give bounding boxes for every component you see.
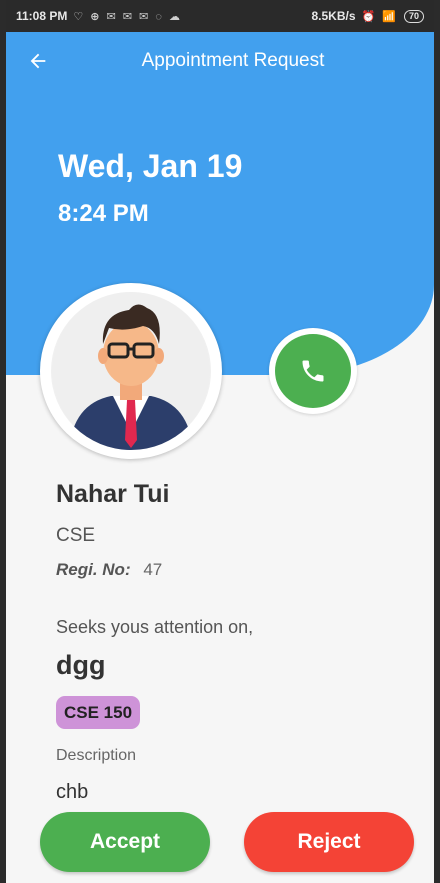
registration-row: Regi. No: 47 xyxy=(56,560,162,580)
status-icons: ⏰ 📶 xyxy=(361,10,398,23)
course-badge: CSE 150 xyxy=(56,696,141,729)
app-bar: Appointment Request xyxy=(6,32,434,90)
notification-icons: ♡ ⊕ ✉ ✉ ✉ ◌ ☁ xyxy=(73,10,182,23)
phone-icon xyxy=(302,360,324,382)
request-topic: dgg xyxy=(56,650,106,680)
student-department: CSE xyxy=(56,525,96,546)
battery-icon: 70 xyxy=(403,9,424,23)
network-speed: 8.5KB/s xyxy=(311,9,356,23)
seeks-attention-text: Seeks yous attention on, xyxy=(56,617,254,637)
registration-value: 47 xyxy=(143,560,163,579)
app-screen: 11:08 PM ♡ ⊕ ✉ ✉ ✉ ◌ ☁ 8.5KB/s ⏰ 📶 70 Ap… xyxy=(6,0,434,883)
appointment-time: 8:24 PM xyxy=(58,200,149,227)
avatar-frame xyxy=(40,283,222,459)
student-name: Nahar Tui xyxy=(56,480,170,508)
user-avatar-illustration xyxy=(52,292,210,450)
status-time: 11:08 PM xyxy=(16,9,68,23)
call-button[interactable] xyxy=(269,328,357,414)
page-title: Appointment Request xyxy=(141,50,325,71)
status-bar-right: 8.5KB/s ⏰ 📶 70 xyxy=(311,9,424,23)
description-value: chb xyxy=(56,781,89,803)
description-label: Description xyxy=(56,747,137,764)
accept-button[interactable]: Accept xyxy=(40,812,210,872)
reject-button[interactable]: Reject xyxy=(244,812,414,872)
call-button-circle xyxy=(275,334,351,408)
status-bar: 11:08 PM ♡ ⊕ ✉ ✉ ✉ ◌ ☁ 8.5KB/s ⏰ 📶 70 xyxy=(6,0,434,32)
appointment-date: Wed, Jan 19 xyxy=(58,148,243,184)
avatar xyxy=(51,292,211,450)
status-bar-left: 11:08 PM ♡ ⊕ ✉ ✉ ✉ ◌ ☁ xyxy=(16,9,182,23)
registration-label: Regi. No: xyxy=(56,560,131,579)
